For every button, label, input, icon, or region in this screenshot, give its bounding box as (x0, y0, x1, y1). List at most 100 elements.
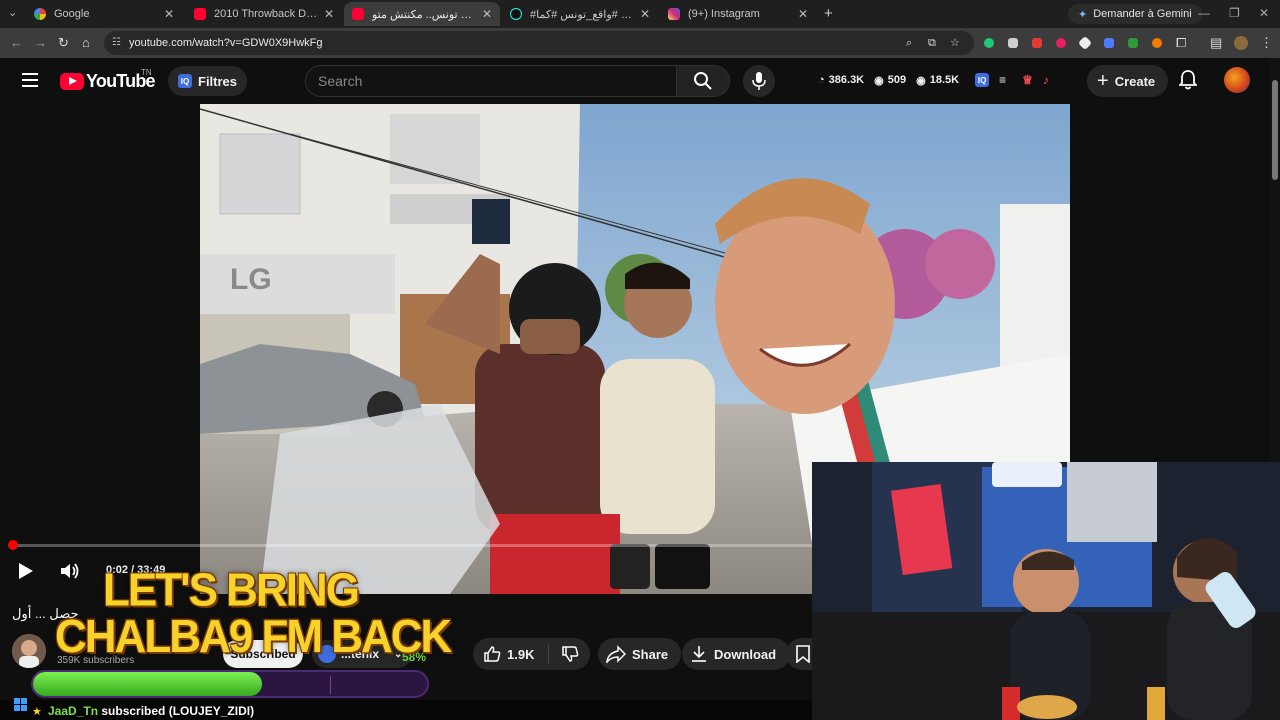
tab-title: (9+) Instagram (688, 8, 760, 20)
home-icon[interactable]: ⌂ (82, 35, 90, 50)
close-tab-icon[interactable]: ✕ (798, 7, 808, 21)
close-tab-icon[interactable]: ✕ (324, 7, 334, 21)
channel-avatar-image (12, 634, 46, 668)
forward-icon[interactable]: → (34, 35, 47, 50)
tab-tiktok[interactable]: #شارع_تونس #واقع_تونس #كما ✕ (502, 2, 658, 26)
stream-goal-line-1: LET'S BRING (103, 564, 360, 617)
bookmark-icon (796, 645, 810, 663)
maximize-window-icon[interactable]: ❐ (1229, 6, 1240, 20)
stat-value: 509 (887, 74, 907, 86)
close-window-icon[interactable]: ✕ (1259, 6, 1269, 20)
tab-google[interactable]: Google ✕ (26, 2, 182, 26)
search-button[interactable] (677, 65, 730, 97)
stream-goal-line-2: CHALBA9 FM BACK (55, 610, 452, 663)
close-tab-icon[interactable]: ✕ (164, 7, 174, 21)
eye-icon: ◉ (916, 74, 926, 87)
channel-stats: ◔ 386.3K ◉ 509 ◉ 18.5K IQ ≡ ♕ ♪ (818, 73, 1049, 87)
url-text: youtube.com/watch?v=GDW0X9HwkFg (129, 37, 323, 49)
microphone-icon (752, 72, 766, 90)
stat-item: ◔ 386.3K (818, 74, 864, 86)
list-icon[interactable]: ≡ (999, 73, 1006, 87)
ticker-message: JaaD_Tn subscribed (LOUJEY_ZIDI) (34, 704, 254, 718)
share-label: Share (632, 646, 669, 662)
country-code: TN (141, 68, 152, 77)
install-app-icon[interactable]: ⧉ (928, 31, 936, 55)
extension-pink-icon[interactable] (1056, 38, 1066, 48)
dislike-button[interactable] (549, 645, 579, 663)
search-icon (694, 72, 712, 90)
progress-scrubber-handle[interactable] (8, 540, 18, 550)
download-label: Download (714, 646, 777, 662)
like-count: 1.9K (507, 646, 535, 662)
thumbs-down-icon (562, 646, 579, 662)
tab-instagram[interactable]: (9+) Instagram ✕ (660, 2, 816, 26)
tiktok-favicon-icon (510, 8, 522, 20)
minimize-window-icon[interactable]: — (1198, 6, 1210, 20)
filters-label: Filtres (198, 73, 238, 89)
create-button[interactable]: + Create (1087, 65, 1169, 97)
notification-alert-icon[interactable]: ♪ (1043, 73, 1049, 87)
side-panel-icon[interactable]: ▤ (1210, 35, 1222, 51)
eye-icon: ◉ (874, 74, 884, 87)
extension-diamond-icon[interactable] (1077, 35, 1093, 51)
share-arrow-icon (606, 645, 626, 663)
zoom-icon[interactable]: ⌕ (906, 31, 912, 55)
ask-gemini-button[interactable]: ✦ Demander à Gemini (1068, 4, 1202, 24)
close-tab-icon[interactable]: ✕ (640, 7, 650, 21)
browser-tab-bar: ⌄ Google ✕ 2010 Throwback DJ Set (Rihann… (0, 0, 1280, 28)
search-input[interactable]: Search (305, 65, 677, 97)
play-icon[interactable] (19, 563, 33, 579)
channel-avatar[interactable] (12, 634, 46, 668)
tab-title: Google (54, 8, 90, 20)
extension-blue-icon[interactable] (1104, 38, 1114, 48)
site-info-icon[interactable]: ☷ (112, 31, 121, 55)
stat-item: ◉ 509 (874, 74, 906, 87)
profile-avatar-icon[interactable] (1234, 36, 1248, 50)
scrollbar-thumb[interactable] (1272, 80, 1278, 180)
notifications-bell-icon[interactable] (1179, 70, 1197, 90)
filters-button[interactable]: IQ Filtres (168, 66, 248, 96)
tab-current-video[interactable]: أول انطباع عن تونس.. مكنتش متو ✕ (344, 2, 500, 26)
iq-extension-icon: IQ (178, 74, 192, 88)
extension-orange-icon[interactable] (1152, 38, 1162, 48)
tab-search-dropdown-icon[interactable]: ⌄ (8, 6, 17, 19)
download-button[interactable]: Download (682, 638, 791, 670)
close-tab-icon[interactable]: ✕ (482, 7, 492, 21)
plus-icon: + (1097, 70, 1109, 92)
goal-marker (330, 676, 331, 694)
webcam-feed-image (812, 462, 1280, 720)
thumbs-up-icon (484, 646, 501, 662)
video-progress-bar[interactable] (12, 544, 812, 547)
google-favicon-icon (34, 8, 46, 20)
extension-red-icon[interactable] (1032, 38, 1042, 48)
bookmark-star-icon[interactable]: ☆ (950, 31, 960, 55)
back-icon[interactable]: ← (10, 35, 23, 50)
like-button[interactable]: 1.9K (473, 644, 549, 664)
windows-start-icon[interactable] (14, 698, 28, 712)
iq-extension-icon[interactable]: IQ (975, 73, 990, 87)
tab-throwback-dj-set[interactable]: 2010 Throwback DJ Set (Rihanna ✕ (186, 2, 342, 26)
new-tab-icon[interactable]: + (824, 5, 833, 22)
goal-progress-fill (33, 672, 262, 696)
extension-green-icon[interactable] (984, 38, 994, 48)
extension-camera-icon[interactable] (1008, 38, 1018, 48)
youtube-masthead: YouTube TN IQ Filtres Search ◔ 386.3K ◉ … (0, 58, 1280, 104)
trophy-icon[interactable]: ♕ (1022, 73, 1033, 87)
reload-icon[interactable]: ↻ (58, 35, 69, 51)
tab-title: #شارع_تونس #واقع_تونس #كما (530, 8, 634, 21)
gemini-label: Demander à Gemini (1093, 8, 1192, 20)
extension-download-icon[interactable] (1128, 38, 1138, 48)
create-label: Create (1114, 73, 1156, 89)
account-avatar[interactable] (1224, 67, 1250, 93)
share-button[interactable]: Share (598, 638, 682, 670)
stream-goal-title: LET'S BRING CHALBA9 FM BACK (55, 564, 452, 663)
stream-goal-progress-bar (31, 670, 429, 698)
browser-toolbar: ← → ↻ ⌂ ☷ youtube.com/watch?v=GDW0X9HwkF… (0, 28, 1280, 58)
browser-menu-icon[interactable]: ⋮ (1260, 35, 1273, 51)
extensions-puzzle-icon[interactable]: ⧠ (1176, 35, 1186, 51)
stat-value: 386.3K (828, 74, 865, 86)
voice-search-button[interactable] (743, 65, 775, 97)
guide-menu-icon[interactable] (22, 73, 38, 87)
youtube-logo-icon[interactable] (60, 73, 84, 90)
address-bar[interactable]: ☷ youtube.com/watch?v=GDW0X9HwkFg ⌕ ⧉ ☆ (104, 31, 974, 55)
